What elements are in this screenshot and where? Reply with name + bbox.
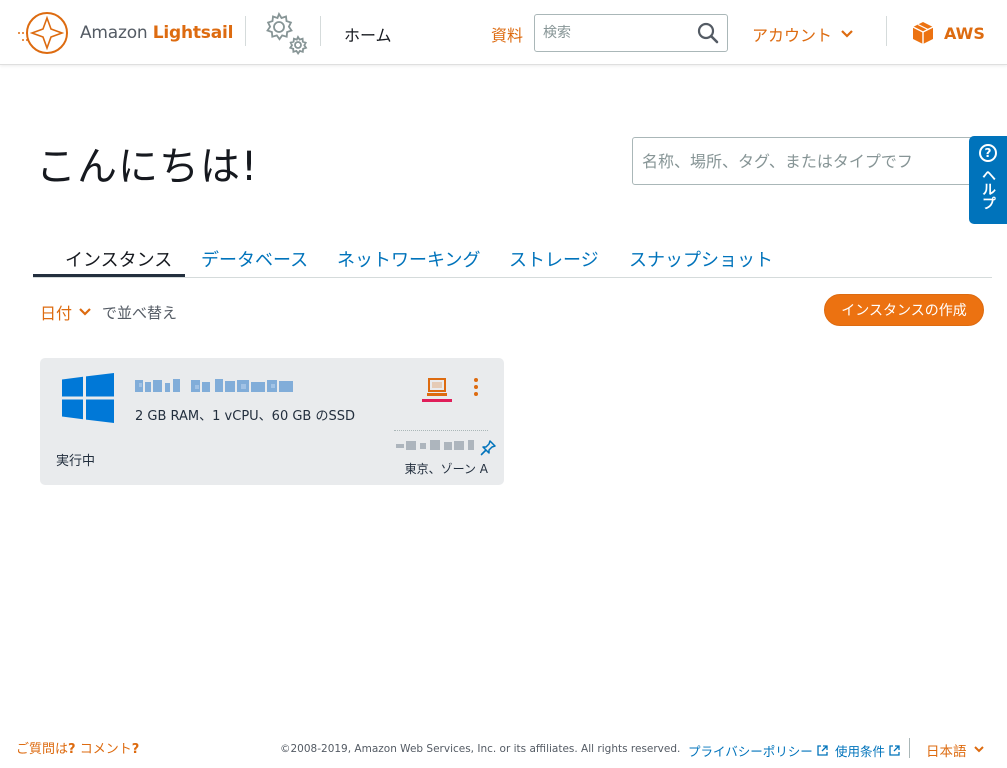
aws-console-link[interactable]: AWS — [910, 20, 985, 46]
sort-key-label: 日付 — [40, 304, 73, 323]
aws-cube-icon — [912, 22, 934, 44]
search-icon[interactable] — [697, 22, 719, 44]
sort-key-dropdown[interactable]: 日付 — [40, 300, 94, 324]
tab-storage[interactable]: ストレージ — [509, 246, 599, 272]
home-link[interactable]: ホーム — [344, 22, 392, 46]
tab-databases[interactable]: データベース — [201, 246, 308, 272]
header-search — [534, 14, 728, 52]
header-divider — [245, 16, 246, 46]
copyright-notice: ©2008-2019, Amazon Web Services, Inc. or… — [280, 743, 681, 755]
instance-actions-menu-icon[interactable] — [466, 375, 486, 399]
feedback-prefix: ご質問は — [16, 742, 69, 757]
account-menu[interactable]: アカウント — [752, 22, 856, 46]
chevron-down-icon — [841, 30, 853, 38]
feedback-question-mark: ? — [68, 742, 76, 757]
instance-specs: 2 GB RAM、1 vCPU、60 GB のSSD — [135, 409, 355, 424]
language-selector[interactable]: 日本語 — [926, 740, 987, 760]
sort-suffix-label: で並べ替え — [102, 303, 178, 322]
instance-name-link[interactable] — [135, 377, 295, 395]
instance-region: 東京、ゾーン A — [404, 462, 488, 476]
instance-ip-address — [396, 440, 474, 450]
create-instance-button[interactable]: インスタンスの作成 — [824, 294, 984, 326]
connect-button-underline — [422, 399, 452, 402]
header-divider — [320, 16, 321, 46]
chevron-down-icon — [79, 308, 91, 316]
documentation-link[interactable]: 資料 — [491, 22, 523, 46]
resource-tabs: インスタンス データベース ネットワーキング ストレージ スナップショット — [33, 240, 992, 278]
help-panel-tab[interactable]: ? ヘルプ — [969, 136, 1007, 224]
footer-divider — [909, 738, 910, 758]
top-navigation-bar: Amazon Lightsail ホーム 資料 アカウント — [0, 0, 1007, 65]
feedback-comment: コメント — [75, 742, 132, 757]
tab-snapshots[interactable]: スナップショット — [629, 246, 773, 272]
lightsail-compass-icon — [18, 12, 68, 54]
settings-gears-icon[interactable] — [260, 7, 310, 57]
aws-label: AWS — [944, 23, 985, 43]
account-label: アカウント — [752, 26, 833, 45]
instance-card: 2 GB RAM、1 vCPU、60 GB のSSD 実行中 東京、ゾーン A — [40, 358, 504, 485]
terms-of-use-label: 使用条件 — [835, 744, 886, 759]
terms-of-use-link[interactable]: 使用条件 — [835, 741, 900, 760]
search-input[interactable] — [543, 15, 698, 51]
privacy-policy-label: プライバシーポリシー — [688, 744, 813, 759]
tab-networking[interactable]: ネットワーキング — [337, 246, 480, 272]
instance-status: 実行中 — [56, 454, 96, 469]
header-divider — [886, 16, 887, 46]
external-link-icon — [889, 745, 900, 756]
chevron-down-icon — [973, 746, 984, 753]
windows-logo-icon — [62, 373, 114, 423]
lightsail-logo[interactable]: Amazon Lightsail — [16, 10, 233, 56]
resource-filter-input[interactable] — [633, 138, 963, 184]
language-label: 日本語 — [926, 744, 967, 760]
feedback-question-mark: ? — [131, 742, 140, 757]
tab-instances[interactable]: インスタンス — [65, 246, 172, 272]
active-tab-indicator — [33, 274, 185, 277]
brand-name: Amazon Lightsail — [80, 23, 234, 43]
sort-control: 日付 で並べ替え — [40, 300, 177, 324]
question-mark-icon: ? — [979, 144, 997, 162]
privacy-policy-link[interactable]: プライバシーポリシー — [688, 741, 828, 760]
resource-filter — [632, 137, 977, 185]
help-label: ヘルプ — [980, 168, 996, 210]
feedback-link[interactable]: ご質問は? コメント? — [16, 738, 139, 757]
page-greeting: こんにちは! — [36, 144, 259, 190]
external-link-icon — [817, 745, 828, 756]
pin-icon[interactable] — [480, 440, 496, 456]
card-divider — [394, 430, 488, 431]
